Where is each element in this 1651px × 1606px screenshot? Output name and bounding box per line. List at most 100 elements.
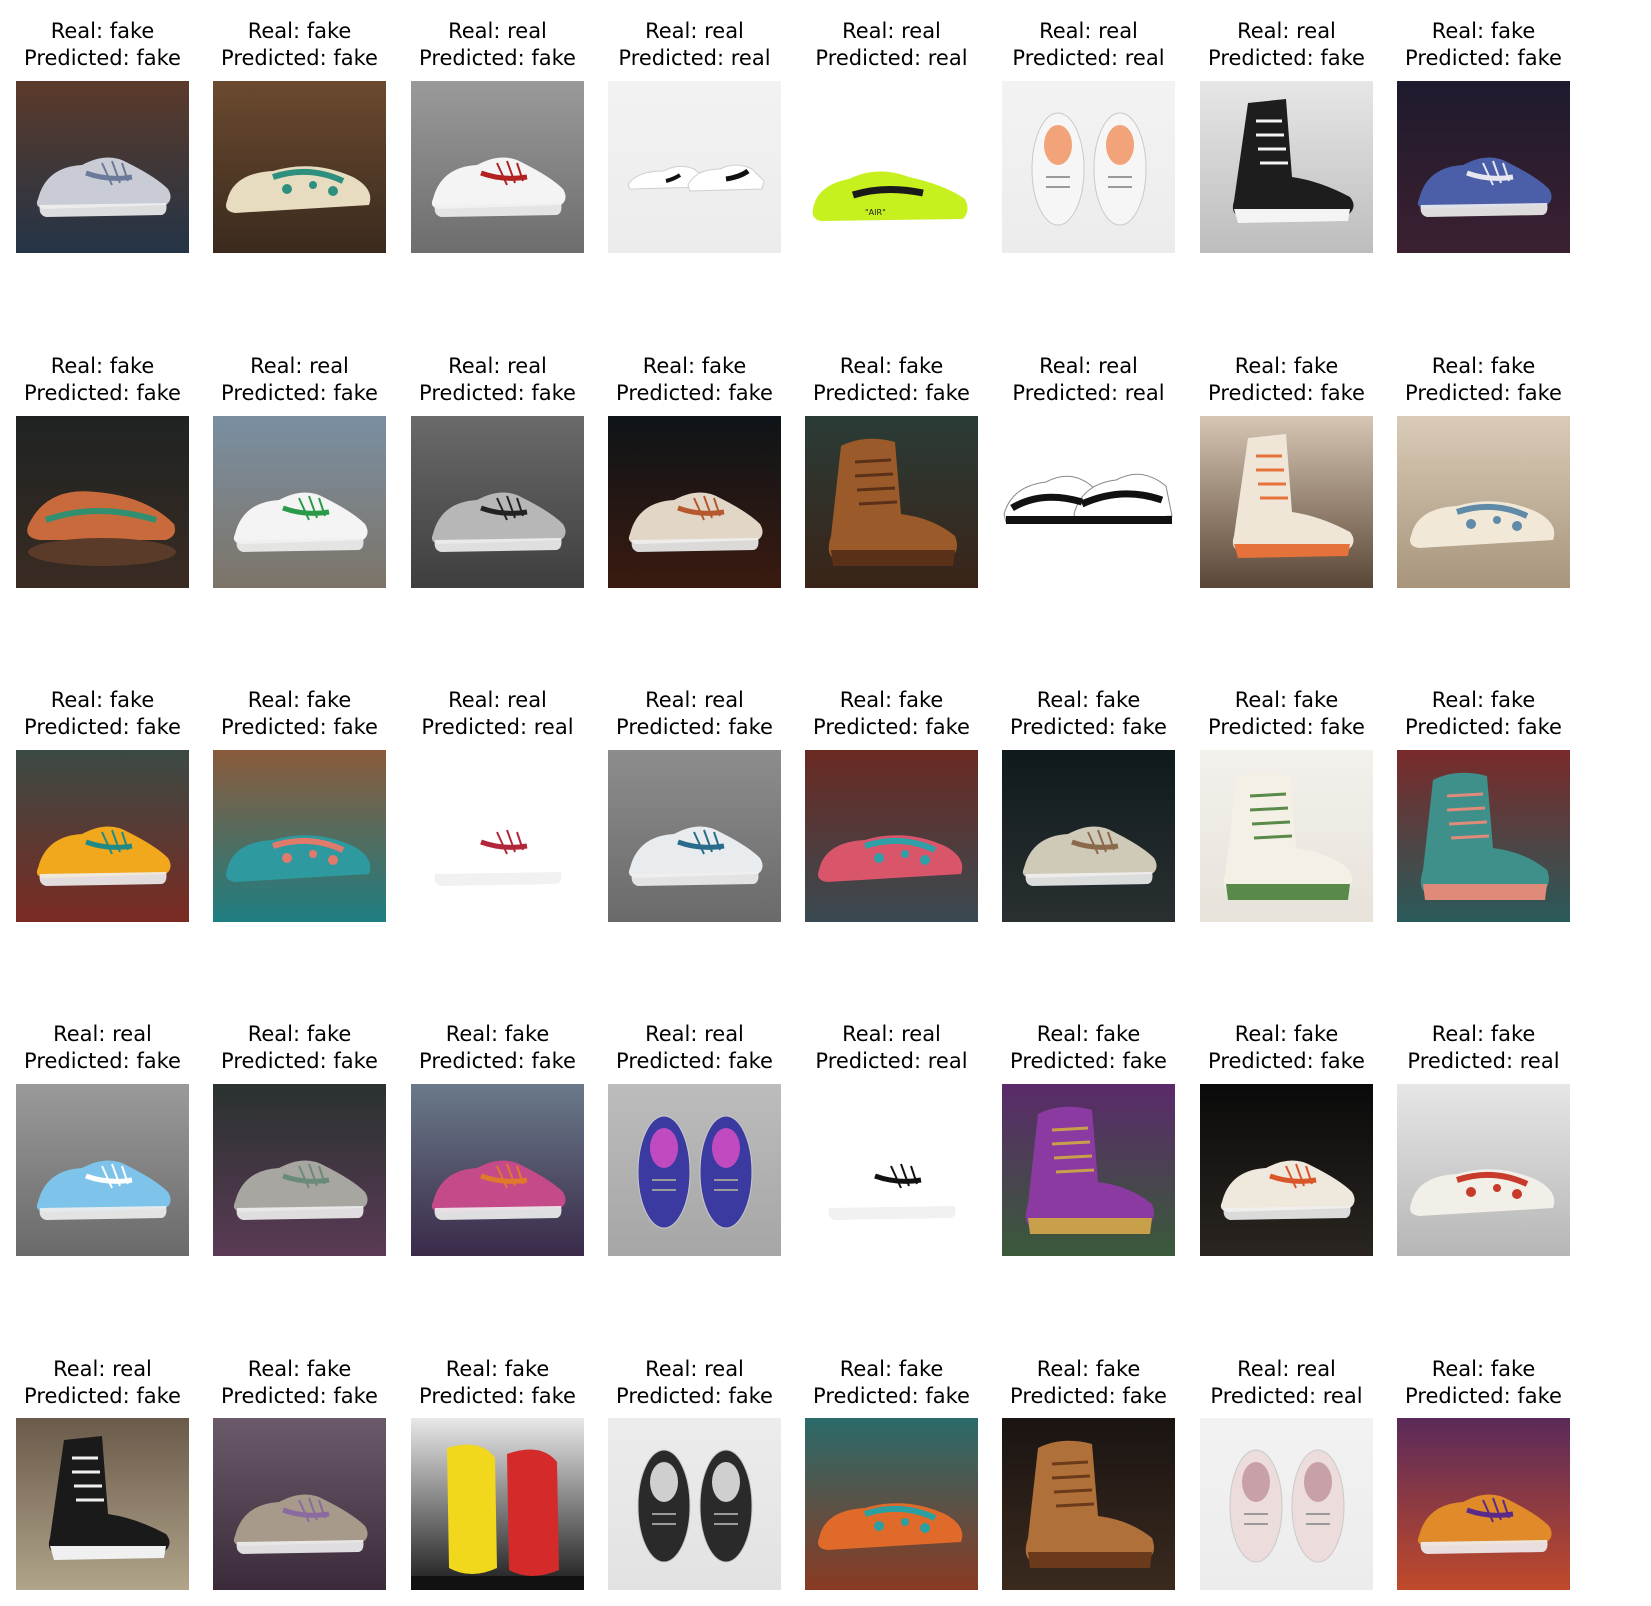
real-label: Real: fake [839, 354, 944, 378]
shoe-image [1397, 1084, 1570, 1256]
shoe-image [16, 416, 189, 588]
sample-caption: Real: real Predicted: fake [395, 353, 601, 407]
real-label: Real: real [53, 1022, 152, 1046]
shoe-image [213, 1418, 386, 1590]
shoe-image [805, 750, 978, 922]
sample-caption: Real: fake Predicted: fake [1381, 1356, 1587, 1410]
sample-caption: Real: fake Predicted: fake [1381, 687, 1587, 741]
real-label: Real: fake [839, 688, 944, 712]
predicted-label: Predicted: fake [1208, 715, 1365, 739]
sample-caption: Real: real Predicted: real [789, 18, 995, 72]
predicted-label: Predicted: fake [221, 46, 378, 70]
predicted-label: Predicted: fake [24, 1049, 181, 1073]
sample-caption: Real: fake Predicted: fake [197, 1021, 403, 1075]
shoe-image [1397, 81, 1570, 253]
sample-caption: Real: fake Predicted: fake [1381, 18, 1587, 72]
predicted-label: Predicted: fake [1010, 1049, 1167, 1073]
predicted-label: Predicted: real [815, 1049, 968, 1073]
shoe-image [411, 1418, 584, 1590]
real-label: Real: real [842, 1022, 941, 1046]
real-label: Real: real [645, 1022, 744, 1046]
predicted-label: Predicted: fake [1208, 46, 1365, 70]
shoe-image [411, 416, 584, 588]
shoe-image [1397, 416, 1570, 588]
real-label: Real: fake [1036, 1022, 1141, 1046]
sample-caption: Real: real Predicted: fake [197, 353, 403, 407]
real-label: Real: fake [50, 354, 155, 378]
real-label: Real: fake [50, 19, 155, 43]
real-label: Real: fake [1431, 19, 1536, 43]
predicted-label: Predicted: real [815, 46, 968, 70]
real-label: Real: fake [445, 1022, 550, 1046]
shoe-image [16, 81, 189, 253]
real-label: Real: fake [50, 688, 155, 712]
sample-caption: Real: fake Predicted: fake [1184, 1021, 1390, 1075]
real-label: Real: real [448, 354, 547, 378]
shoe-image [1200, 750, 1373, 922]
sample-caption: Real: fake Predicted: fake [0, 687, 206, 741]
sample-caption: Real: fake Predicted: fake [395, 1021, 601, 1075]
sample-caption: Real: fake Predicted: fake [789, 687, 995, 741]
sample-caption: Real: real Predicted: real [1184, 1356, 1390, 1410]
real-label: Real: real [1039, 19, 1138, 43]
sample-caption: Real: fake Predicted: fake [1184, 353, 1390, 407]
predicted-label: Predicted: fake [1208, 381, 1365, 405]
sample-caption: Real: fake Predicted: fake [0, 18, 206, 72]
shoe-image [411, 750, 584, 922]
real-label: Real: real [448, 19, 547, 43]
sample-caption: Real: fake Predicted: fake [197, 18, 403, 72]
predicted-label: Predicted: fake [24, 381, 181, 405]
sample-caption: Real: fake Predicted: fake [986, 687, 1192, 741]
real-label: Real: fake [1431, 688, 1536, 712]
real-label: Real: fake [445, 1357, 550, 1381]
real-label: Real: fake [1431, 354, 1536, 378]
sample-caption: Real: fake Predicted: fake [197, 1356, 403, 1410]
predicted-label: Predicted: fake [1405, 1384, 1562, 1408]
real-label: Real: real [53, 1357, 152, 1381]
shoe-image [608, 81, 781, 253]
predicted-label: Predicted: fake [1405, 46, 1562, 70]
shoe-image [16, 1418, 189, 1590]
real-label: Real: fake [247, 1357, 352, 1381]
sample-caption: Real: real Predicted: fake [0, 1021, 206, 1075]
predicted-label: Predicted: fake [813, 381, 970, 405]
sample-caption: Real: real Predicted: real [986, 353, 1192, 407]
shoe-image [608, 750, 781, 922]
sample-caption: Real: real Predicted: fake [592, 1356, 798, 1410]
sample-caption: Real: fake Predicted: fake [986, 1356, 1192, 1410]
shoe-image [411, 81, 584, 253]
predicted-label: Predicted: fake [616, 381, 773, 405]
sample-caption: Real: fake Predicted: fake [986, 1021, 1192, 1075]
predicted-label: Predicted: fake [419, 1049, 576, 1073]
sample-caption: Real: fake Predicted: fake [197, 687, 403, 741]
real-label: Real: fake [1036, 1357, 1141, 1381]
sample-caption: Real: fake Predicted: fake [0, 353, 206, 407]
predicted-label: Predicted: fake [419, 46, 576, 70]
sample-caption: Real: fake Predicted: fake [789, 353, 995, 407]
shoe-image [1002, 1084, 1175, 1256]
shoe-image [213, 1084, 386, 1256]
real-label: Real: fake [1036, 688, 1141, 712]
sample-caption: Real: fake Predicted: fake [592, 353, 798, 407]
real-label: Real: real [645, 19, 744, 43]
shoe-image [16, 750, 189, 922]
shoe-image [1002, 416, 1175, 588]
sample-caption: Real: fake Predicted: real [1381, 1021, 1587, 1075]
sample-caption: Real: fake Predicted: fake [1184, 687, 1390, 741]
real-label: Real: fake [1431, 1357, 1536, 1381]
predicted-label: Predicted: fake [221, 1384, 378, 1408]
real-label: Real: fake [1431, 1022, 1536, 1046]
real-label: Real: real [250, 354, 349, 378]
predicted-label: Predicted: real [421, 715, 574, 739]
shoe-image [805, 416, 978, 588]
sample-caption: Real: fake Predicted: fake [1381, 353, 1587, 407]
shoe-image [1200, 1084, 1373, 1256]
predicted-label: Predicted: fake [1010, 715, 1167, 739]
predicted-label: Predicted: fake [1010, 1384, 1167, 1408]
shoe-image [1200, 81, 1373, 253]
shoe-image [1200, 416, 1373, 588]
shoe-image [1200, 1418, 1373, 1590]
real-label: Real: fake [1234, 354, 1339, 378]
real-label: Real: fake [1234, 1022, 1339, 1046]
real-label: Real: real [842, 19, 941, 43]
